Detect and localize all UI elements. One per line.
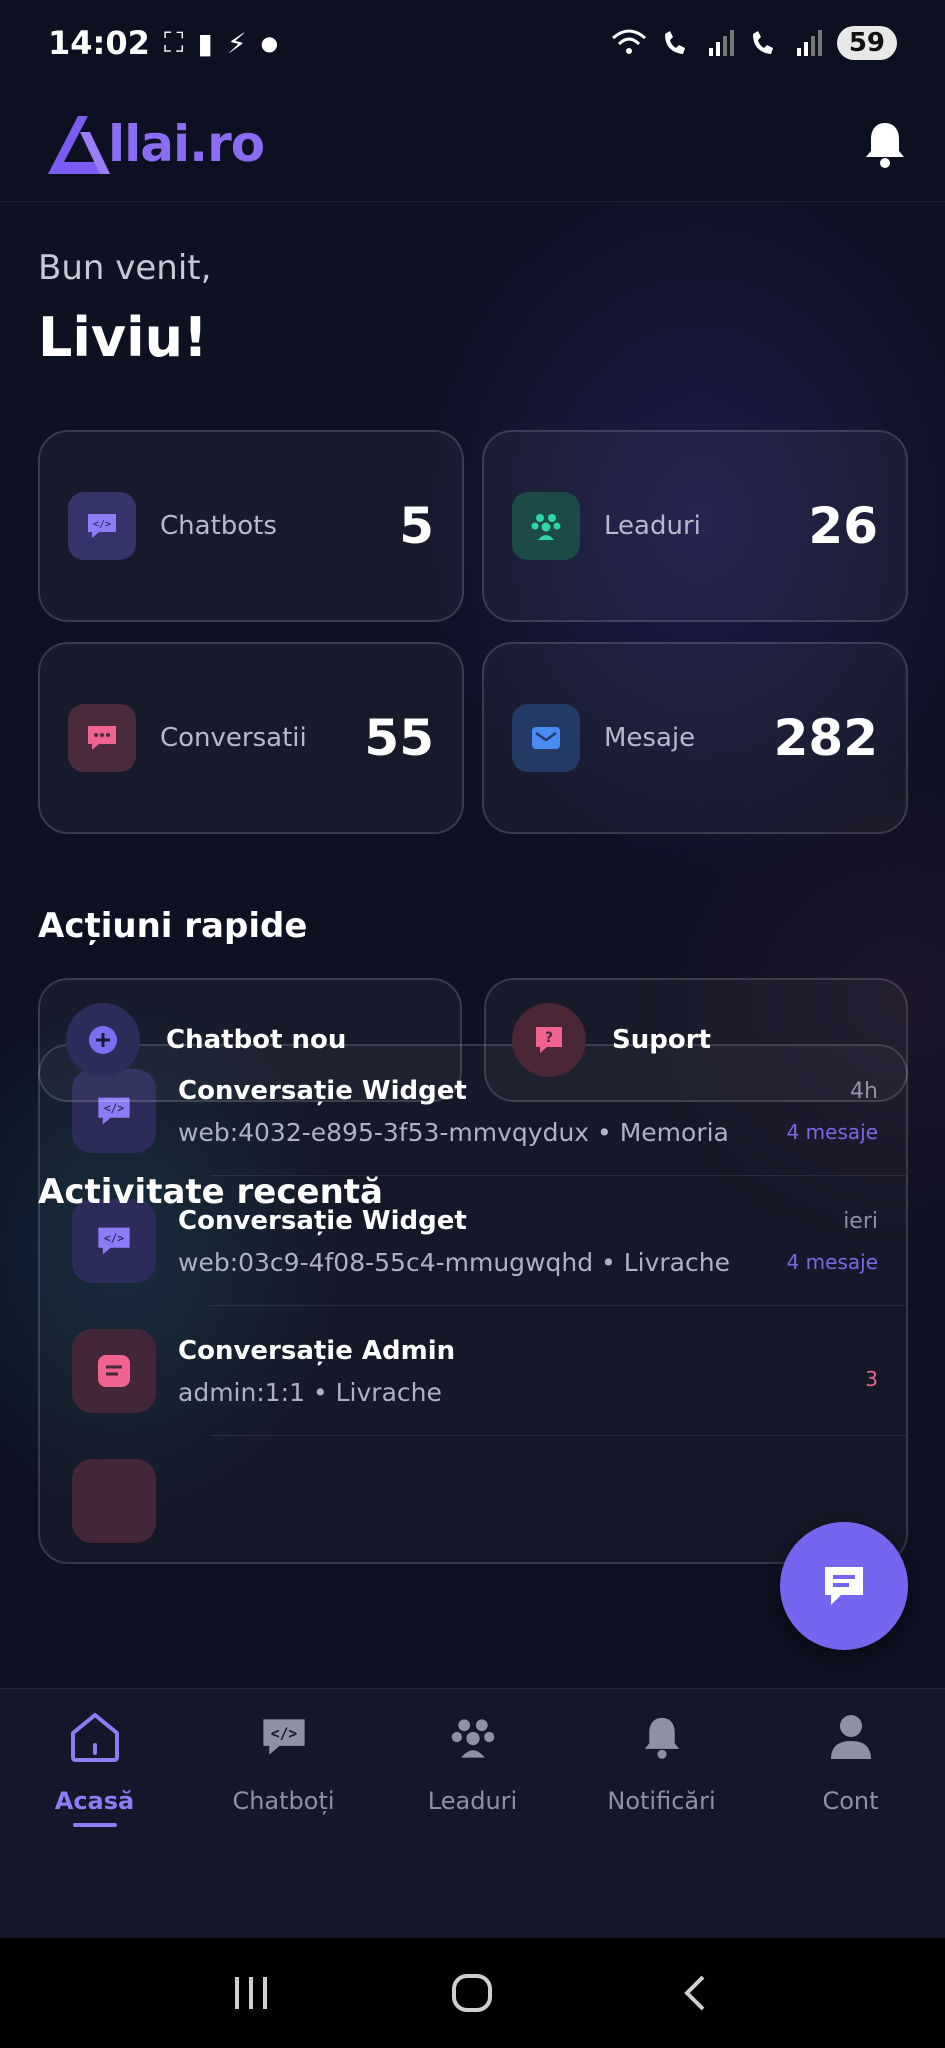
recent-activity-list: </> Conversație Widget web:4032-e895-3f5… — [38, 1044, 908, 1564]
activity-count: 4 mesaje — [786, 1249, 878, 1274]
stat-label: Leaduri — [604, 511, 701, 541]
user-name: Liviu! — [38, 306, 208, 369]
code-chat-icon: </> — [256, 1709, 312, 1765]
stat-card-leaduri[interactable]: Leaduri 26 — [482, 430, 908, 622]
list-item[interactable]: Conversație Admin admin:1:1 • Livrache 3 — [40, 1306, 906, 1436]
call-signal-icon — [664, 31, 685, 54]
activity-count: 3 — [865, 1367, 878, 1391]
home-circle-icon — [452, 1974, 493, 2012]
logo-text: llai.ro — [108, 114, 265, 173]
action-label: Suport — [612, 1025, 711, 1055]
stat-card-chatbots[interactable]: </> Chatbots 5 — [38, 430, 464, 622]
stat-value: 5 — [399, 497, 434, 555]
message-icon — [72, 1329, 156, 1413]
chat-icon — [825, 1567, 863, 1605]
nav-label: Chatboți — [232, 1787, 335, 1815]
bottom-navigation: Acasă </> Chatboți Leaduri Notificări Co… — [0, 1688, 945, 1938]
code-chat-icon: </> — [68, 492, 136, 560]
svg-text:?: ? — [545, 1030, 553, 1046]
stat-value: 26 — [808, 497, 878, 555]
greeting-line: Bun venit, — [38, 248, 212, 288]
user-icon — [823, 1709, 879, 1765]
nav-label: Leaduri — [427, 1787, 518, 1815]
activity-title: Conversație Admin — [178, 1335, 456, 1366]
back-button[interactable] — [664, 1963, 724, 2023]
back-chevron-icon — [684, 1975, 705, 2011]
help-icon: ? — [512, 1003, 586, 1077]
recent-activity-title: Activitate recentă — [38, 1172, 383, 1212]
svg-text:</>: </> — [93, 519, 111, 530]
nav-item-notificari[interactable]: Notificări — [567, 1709, 756, 1859]
nav-label: Cont — [822, 1787, 879, 1815]
svg-text:</>: </> — [104, 1232, 124, 1245]
active-indicator — [72, 1823, 117, 1827]
home-button[interactable] — [442, 1963, 502, 2023]
stat-label: Conversatii — [160, 723, 307, 753]
chat-bubble-icon — [68, 704, 136, 772]
mail-icon — [512, 704, 580, 772]
nav-item-home[interactable]: Acasă — [0, 1709, 189, 1859]
notifications-bell-icon[interactable] — [863, 119, 907, 169]
new-chatbot-button[interactable]: Chatbot nou — [38, 978, 462, 1102]
activity-subtitle: web:03c9-4f08-55c4-mmugwqhd • Livrache — [178, 1247, 730, 1277]
status-right: 59 — [611, 26, 897, 60]
support-button[interactable]: ? Suport — [484, 978, 908, 1102]
battery-indicator: 59 — [836, 26, 897, 60]
signal-icon — [708, 30, 734, 56]
list-item[interactable] — [40, 1436, 906, 1562]
nfc-icon: ▮ — [197, 26, 213, 60]
activity-time: ieri — [843, 1208, 878, 1234]
bell-icon — [634, 1709, 690, 1765]
people-icon — [445, 1709, 501, 1765]
home-icon — [67, 1709, 123, 1765]
status-time: 14:02 — [48, 24, 150, 62]
system-navigation-bar — [0, 1938, 945, 2048]
activity-subtitle: admin:1:1 • Livrache — [178, 1377, 442, 1407]
signal-icon — [796, 30, 822, 56]
chat-fab-button[interactable] — [780, 1522, 908, 1650]
stat-value: 282 — [773, 709, 878, 767]
nav-item-chatboti[interactable]: </> Chatboți — [189, 1709, 378, 1859]
svg-text:</>: </> — [270, 1725, 297, 1742]
stat-label: Mesaje — [604, 723, 696, 753]
activity-subtitle: web:4032-e895-3f53-mmvqydux • Memoria — [178, 1117, 729, 1147]
dot-icon: ● — [260, 31, 279, 55]
recent-apps-button[interactable] — [221, 1963, 281, 2023]
stat-card-conversatii[interactable]: Conversatii 55 — [38, 642, 464, 834]
recents-icon — [234, 1977, 267, 2009]
people-icon — [512, 492, 580, 560]
activity-count: 4 mesaje — [786, 1119, 878, 1144]
stat-card-mesaje[interactable]: Mesaje 282 — [482, 642, 908, 834]
nav-label: Notificări — [607, 1787, 716, 1815]
message-icon — [72, 1459, 156, 1543]
plus-icon — [66, 1003, 140, 1077]
logo[interactable]: llai.ro — [44, 112, 265, 176]
stat-value: 55 — [364, 709, 434, 767]
app-header: llai.ro — [0, 86, 945, 202]
status-bar: 14:02 ⛶ ▮ ⚡ ● 59 — [0, 0, 945, 86]
quick-actions-title: Acțiuni rapide — [38, 906, 308, 946]
screenshot-icon: ⛶ — [163, 26, 184, 59]
call-signal-icon — [752, 31, 773, 54]
nav-item-leaduri[interactable]: Leaduri — [378, 1709, 567, 1859]
logo-mark-icon — [48, 115, 110, 174]
svg-text:</>: </> — [104, 1102, 124, 1115]
nav-label: Acasă — [54, 1787, 135, 1815]
stat-label: Chatbots — [160, 511, 277, 541]
nav-item-cont[interactable]: Cont — [756, 1709, 945, 1859]
status-left: 14:02 ⛶ ▮ ⚡ ● — [48, 24, 278, 62]
wifi-icon — [611, 29, 646, 54]
charging-icon: ⚡ — [226, 26, 247, 60]
action-label: Chatbot nou — [166, 1025, 347, 1055]
